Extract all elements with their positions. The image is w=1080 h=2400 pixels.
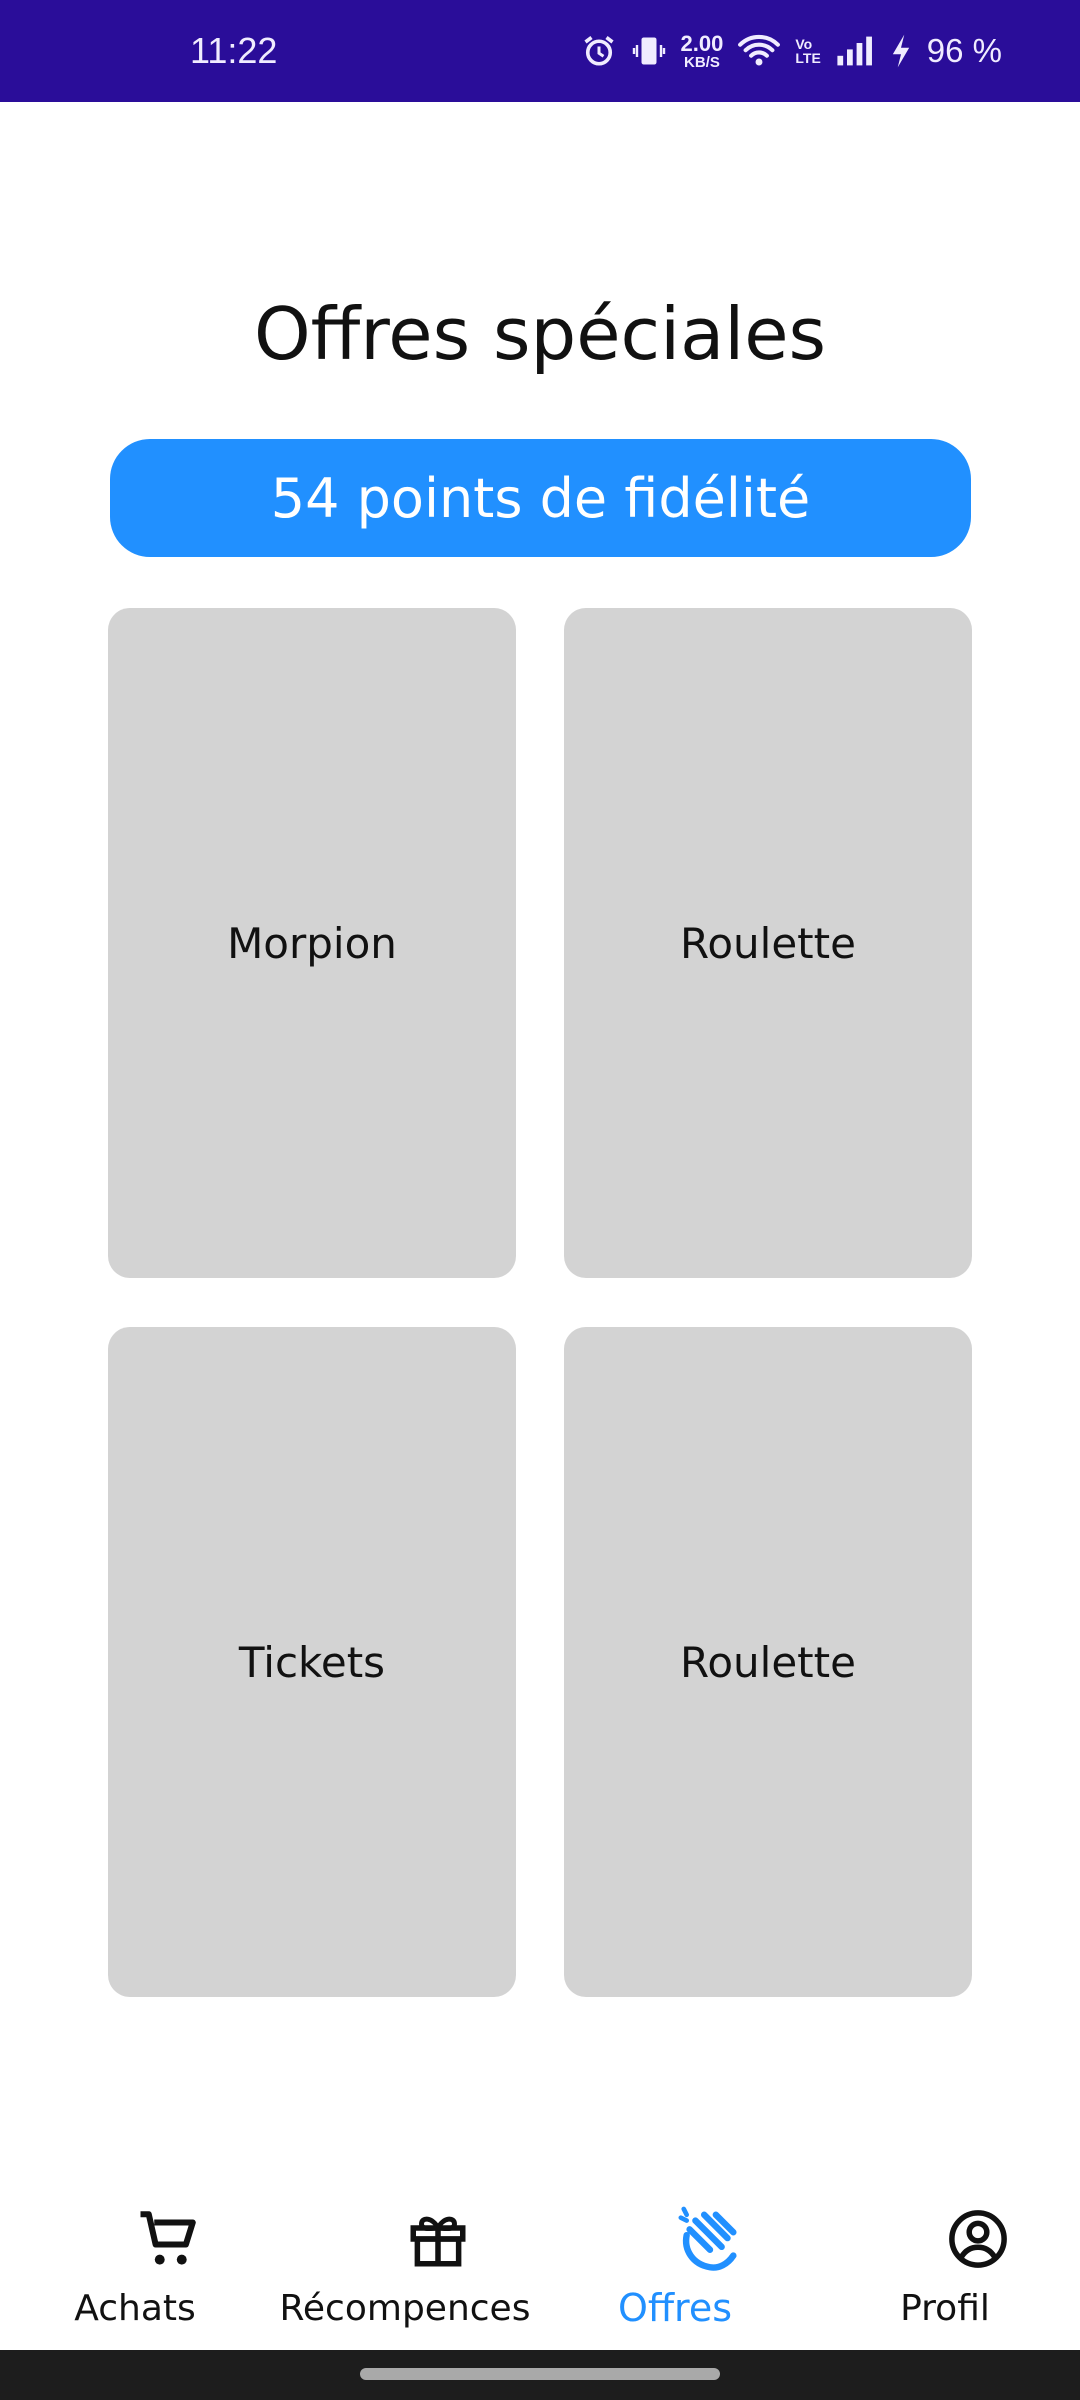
charging-icon	[889, 33, 913, 69]
nav-label: Achats	[74, 2288, 196, 2329]
offer-label: Roulette	[680, 918, 856, 968]
offer-card-roulette-2[interactable]: Roulette	[564, 1327, 972, 1997]
nav-label: Récompences	[279, 2288, 531, 2329]
offer-card-roulette[interactable]: Roulette	[564, 608, 972, 1278]
net-speed: 2.00 KB/S	[680, 30, 724, 71]
gesture-bar	[0, 2350, 1080, 2400]
volte-icon: Vo LTE	[795, 36, 821, 66]
status-icons: 2.00 KB/S Vo LTE 96 %	[581, 0, 1002, 102]
nav-item-achats[interactable]: Achats	[0, 2180, 270, 2350]
vibrate-icon	[631, 33, 667, 69]
alarm-icon	[581, 33, 617, 69]
loyalty-points-badge: 54 points de fidélité	[110, 439, 971, 557]
status-time: 11:22	[190, 30, 278, 71]
status-bar: 11:22 2.00 KB/S Vo LTE 96 %	[0, 0, 1080, 102]
nav-item-profil[interactable]: Profil	[810, 2180, 1080, 2350]
nav-label: Offres	[617, 2286, 733, 2330]
battery-percent: 96 %	[926, 32, 1002, 69]
offer-label: Morpion	[227, 918, 397, 968]
offer-card-tickets[interactable]: Tickets	[108, 1327, 516, 1997]
home-gesture-handle[interactable]	[360, 2368, 720, 2380]
bottom-nav: Achats Récompences Offres Profil	[0, 2180, 1080, 2350]
nav-item-recompences[interactable]: Récompences	[270, 2180, 540, 2350]
nav-label: Profil	[900, 2288, 990, 2329]
offer-label: Roulette	[680, 1637, 856, 1687]
offer-card-morpion[interactable]: Morpion	[108, 608, 516, 1278]
signal-icon	[835, 35, 875, 67]
nav-item-offres[interactable]: Offres	[540, 2180, 810, 2350]
page-title: Offres spéciales	[253, 292, 827, 376]
wifi-icon	[737, 33, 781, 69]
offer-label: Tickets	[238, 1637, 386, 1687]
